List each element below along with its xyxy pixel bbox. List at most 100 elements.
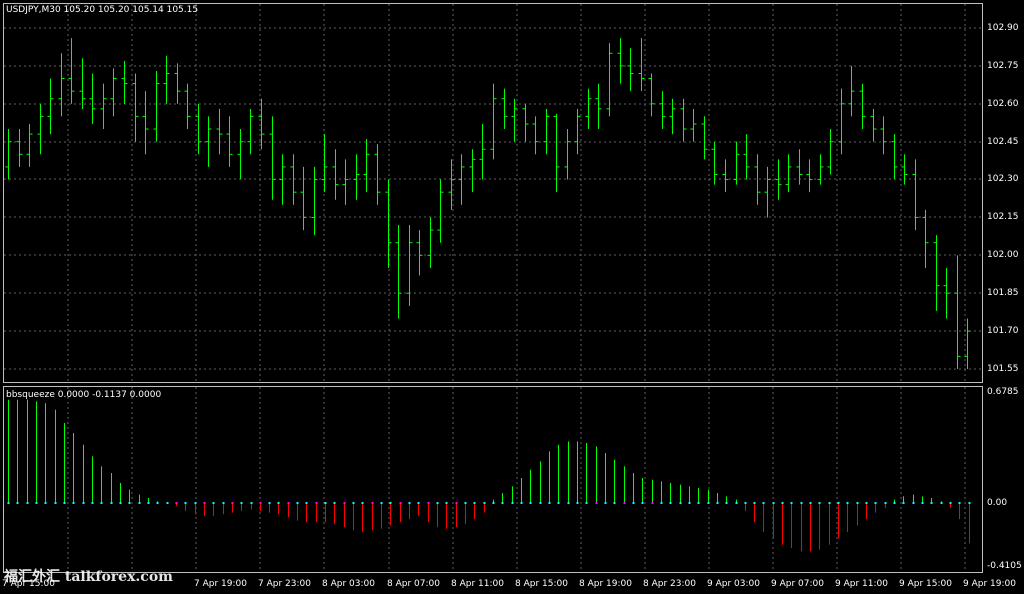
zero-line-dot — [781, 502, 784, 504]
zero-line-dot — [669, 502, 672, 504]
price-tick-label: 101.85 — [987, 288, 1019, 298]
zero-line-dot — [912, 502, 915, 504]
price-tick-label: 101.55 — [987, 364, 1019, 374]
zero-line-dot — [884, 502, 887, 504]
zero-line-dot — [772, 502, 775, 504]
zero-line-dot — [287, 502, 290, 504]
zero-line-dot — [567, 502, 570, 504]
zero-line-dot — [800, 502, 803, 504]
zero-line-dot — [72, 502, 75, 504]
price-tick-label: 102.45 — [987, 137, 1019, 147]
zero-line-dot — [790, 502, 793, 504]
zero-line-dot — [128, 502, 131, 504]
time-tick-label: 8 Apr 11:00 — [451, 579, 504, 589]
zero-line-dot — [352, 502, 355, 504]
time-tick-label: 8 Apr 15:00 — [515, 579, 568, 589]
zero-line-dot — [296, 502, 299, 504]
zero-line-dot — [277, 502, 280, 504]
zero-line-dot — [818, 502, 821, 504]
zero-line-dot — [725, 502, 728, 504]
zero-line-dot — [744, 502, 747, 504]
zero-line-dot — [492, 502, 495, 504]
time-tick-label: 9 Apr 11:00 — [835, 579, 888, 589]
zero-line-dot — [968, 502, 971, 504]
zero-line-dot — [305, 502, 308, 504]
zero-line-dot — [576, 502, 579, 504]
zero-line-dot — [427, 502, 430, 504]
zero-line-dot — [222, 502, 225, 504]
zero-line-dot — [110, 502, 113, 504]
zero-line-dot — [641, 502, 644, 504]
zero-line-dot — [7, 502, 10, 504]
zero-line-dot — [716, 502, 719, 504]
zero-line-dot — [63, 502, 66, 504]
time-tick-label: 9 Apr 07:00 — [771, 579, 824, 589]
zero-line-dot — [35, 502, 38, 504]
zero-line-dot — [846, 502, 849, 504]
zero-line-dot — [940, 502, 943, 504]
zero-line-dot — [753, 502, 756, 504]
zero-line-dot — [837, 502, 840, 504]
time-tick-label: 7 Apr 23:00 — [258, 579, 311, 589]
zero-line-dot — [119, 502, 122, 504]
price-tick-label: 102.15 — [987, 212, 1019, 222]
zero-line-dot — [408, 502, 411, 504]
zero-line-dot — [604, 502, 607, 504]
zero-line-dot — [138, 502, 141, 504]
zero-line-dot — [156, 502, 159, 504]
zero-line-dot — [930, 502, 933, 504]
zero-line-dot — [828, 502, 831, 504]
zero-line-dot — [539, 502, 542, 504]
chart-canvas[interactable] — [0, 0, 1024, 594]
zero-line-dot — [175, 502, 178, 504]
zero-line-dot — [501, 502, 504, 504]
watermark-logo: 福汇外汇 talkforex.com — [4, 569, 173, 585]
price-tick-label: 101.70 — [987, 326, 1019, 336]
indicator-tick-label: -0.4105 — [987, 561, 1022, 571]
zero-line-dot — [231, 502, 234, 504]
zero-line-dot — [268, 502, 271, 504]
zero-line-dot — [417, 502, 420, 504]
zero-line-dot — [707, 502, 710, 504]
zero-line-dot — [483, 502, 486, 504]
zero-line-dot — [595, 502, 598, 504]
zero-line-dot — [809, 502, 812, 504]
zero-line-dot — [82, 502, 85, 504]
zero-line-dot — [26, 502, 29, 504]
zero-line-dot — [315, 502, 318, 504]
zero-line-dot — [613, 502, 616, 504]
zero-line-dot — [380, 502, 383, 504]
zero-line-dot — [250, 502, 253, 504]
zero-line-dot — [548, 502, 551, 504]
zero-line-dot — [194, 502, 197, 504]
zero-line-dot — [16, 502, 19, 504]
zero-line-dot — [632, 502, 635, 504]
zero-line-dot — [371, 502, 374, 504]
zero-line-dot — [464, 502, 467, 504]
zero-line-dot — [455, 502, 458, 504]
time-tick-label: 9 Apr 19:00 — [963, 579, 1016, 589]
zero-line-dot — [623, 502, 626, 504]
time-tick-label: 8 Apr 03:00 — [322, 579, 375, 589]
time-tick-label: 8 Apr 19:00 — [579, 579, 632, 589]
price-tick-label: 102.00 — [987, 250, 1019, 260]
zero-line-dot — [147, 502, 150, 504]
time-tick-label: 9 Apr 03:00 — [707, 579, 760, 589]
indicator-title: bbsqueeze 0.0000 -0.1137 0.0000 — [6, 390, 162, 400]
zero-line-dot — [361, 502, 364, 504]
zero-line-dot — [688, 502, 691, 504]
zero-line-dot — [762, 502, 765, 504]
price-tick-label: 102.75 — [987, 61, 1019, 71]
zero-line-dot — [651, 502, 654, 504]
time-tick-label: 8 Apr 23:00 — [643, 579, 696, 589]
zero-line-dot — [511, 502, 514, 504]
zero-line-dot — [436, 502, 439, 504]
zero-line-dot — [958, 502, 961, 504]
indicator-tick-label: 0.00 — [987, 498, 1008, 508]
zero-line-dot — [259, 502, 262, 504]
zero-line-dot — [735, 502, 738, 504]
zero-line-dot — [520, 502, 523, 504]
zero-line-dot — [54, 502, 57, 504]
zero-line-dot — [389, 502, 392, 504]
zero-line-dot — [585, 502, 588, 504]
